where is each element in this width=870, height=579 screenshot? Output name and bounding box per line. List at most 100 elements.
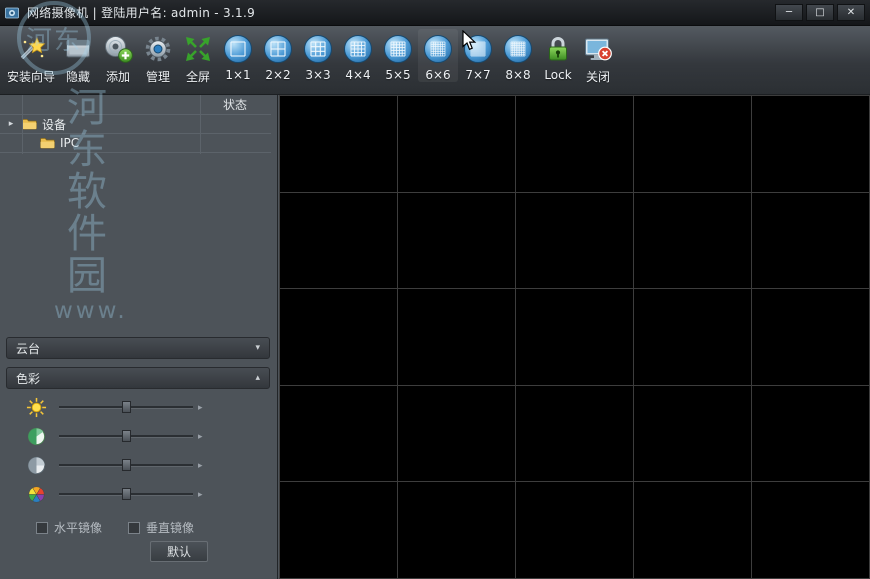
video-cell[interactable] bbox=[634, 289, 751, 385]
toolbar-button-fullscreen[interactable]: 全屏 bbox=[178, 29, 218, 85]
video-cell[interactable] bbox=[398, 386, 515, 482]
toolbar-button-label: 2×2 bbox=[265, 68, 290, 82]
slider-hue-track[interactable] bbox=[59, 493, 193, 496]
checkbox-horizontal-mirror[interactable]: 水平镜像 bbox=[36, 519, 102, 536]
video-cell[interactable] bbox=[398, 289, 515, 385]
checkbox-vertical-mirror[interactable]: 垂直镜像 bbox=[128, 519, 194, 536]
video-cell[interactable] bbox=[398, 96, 515, 192]
grid-7x7-icon bbox=[461, 30, 495, 67]
toolbar-button-label: 1×1 bbox=[225, 68, 250, 82]
slider-step-right-icon[interactable]: ▸ bbox=[198, 461, 203, 471]
toolbar-button-label: Lock bbox=[544, 68, 571, 82]
video-cell[interactable] bbox=[752, 482, 869, 578]
toolbar-button-grid-5[interactable]: 5×5 bbox=[378, 29, 418, 82]
slider-step-right-icon[interactable]: ▸ bbox=[198, 432, 203, 442]
toolbar-button-wizard[interactable]: 安装向导 bbox=[4, 29, 58, 85]
checkbox-label: 水平镜像 bbox=[54, 519, 102, 536]
tree-gutter-line bbox=[22, 95, 23, 154]
slider-hue-handle[interactable] bbox=[122, 488, 131, 500]
video-cell[interactable] bbox=[280, 193, 397, 289]
video-cell[interactable] bbox=[752, 289, 869, 385]
device-tree: 状态 ▸设备IPC bbox=[0, 95, 271, 153]
maximize-button[interactable]: □ bbox=[806, 4, 834, 21]
toolbar-button-label: 安装向导 bbox=[7, 68, 55, 85]
toolbar: 安装向导隐藏添加管理全屏 1×1 2×2 3×34×4 5×5 6×67×7 8×8 Lock… bbox=[0, 26, 870, 95]
slider-step-right-icon[interactable]: ▸ bbox=[198, 490, 203, 500]
video-cell[interactable] bbox=[634, 193, 751, 289]
slider-saturation-handle[interactable] bbox=[122, 459, 131, 471]
chevron-down-icon: ▾ bbox=[255, 343, 260, 353]
slider-step-right-icon[interactable]: ▸ bbox=[198, 403, 203, 413]
slider-contrast-track[interactable] bbox=[59, 435, 193, 438]
video-cell[interactable] bbox=[516, 193, 633, 289]
toolbar-button-label: 管理 bbox=[146, 68, 170, 85]
toolbar-button-close[interactable]: 关闭 bbox=[578, 29, 618, 85]
toolbar-button-grid-8[interactable]: 8×8 bbox=[498, 29, 538, 82]
slider-brightness-handle[interactable] bbox=[122, 401, 131, 413]
grid-8x8-icon bbox=[501, 30, 535, 67]
maximize-icon: □ bbox=[815, 7, 824, 18]
toolbar-button-label: 5×5 bbox=[385, 68, 410, 82]
video-cell[interactable] bbox=[752, 193, 869, 289]
toolbar-button-grid-3[interactable]: 3×3 bbox=[298, 29, 338, 82]
slider-brightness-track[interactable] bbox=[59, 406, 193, 409]
video-cell[interactable] bbox=[280, 482, 397, 578]
tree-item-ipc[interactable]: IPC bbox=[0, 134, 271, 153]
video-cell[interactable] bbox=[516, 482, 633, 578]
folder-icon bbox=[40, 137, 55, 149]
toolbar-button-grid-6[interactable]: 6×6 bbox=[418, 29, 458, 82]
toolbar-button-grid-1[interactable]: 1×1 bbox=[218, 29, 258, 82]
ptz-panel-header[interactable]: 云台 ▾ bbox=[6, 337, 270, 359]
slider-contrast-handle[interactable] bbox=[122, 430, 131, 442]
close-button[interactable]: ✕ bbox=[837, 4, 865, 21]
toolbar-button-label: 添加 bbox=[106, 68, 130, 85]
tree-item-device[interactable]: ▸设备 bbox=[0, 115, 271, 134]
video-grid bbox=[279, 95, 870, 579]
grid-5x5-icon bbox=[381, 30, 415, 67]
video-cell[interactable] bbox=[280, 289, 397, 385]
video-cell[interactable] bbox=[398, 482, 515, 578]
video-cell[interactable] bbox=[634, 386, 751, 482]
minimize-button[interactable]: ─ bbox=[775, 4, 803, 21]
video-cell[interactable] bbox=[280, 386, 397, 482]
app-icon bbox=[5, 5, 21, 21]
ptz-panel-label: 云台 bbox=[16, 340, 40, 357]
color-panel-header[interactable]: 色彩 ▴ bbox=[6, 367, 270, 389]
grid-6x6-icon bbox=[421, 30, 455, 67]
video-cell[interactable] bbox=[634, 96, 751, 192]
grid-2x2-icon bbox=[261, 30, 295, 67]
fullscreen-icon bbox=[181, 30, 215, 67]
toolbar-button-lock[interactable]: Lock bbox=[538, 29, 578, 82]
video-cell[interactable] bbox=[516, 386, 633, 482]
chevron-up-icon: ▴ bbox=[255, 373, 260, 383]
video-cell[interactable] bbox=[516, 96, 633, 192]
slider-saturation-track[interactable] bbox=[59, 464, 193, 467]
toolbar-button-grid-2[interactable]: 2×2 bbox=[258, 29, 298, 82]
video-cell[interactable] bbox=[634, 482, 751, 578]
toolbar-button-grid-4[interactable]: 4×4 bbox=[338, 29, 378, 82]
window-title: 网络摄像机 | 登陆用户名: admin - 3.1.9 bbox=[27, 4, 255, 21]
video-cell[interactable] bbox=[398, 193, 515, 289]
toolbar-button-add[interactable]: 添加 bbox=[98, 29, 138, 85]
toolbar-button-label: 全屏 bbox=[186, 68, 210, 85]
grid-3x3-icon bbox=[301, 30, 335, 67]
window-controls: ─ □ ✕ bbox=[775, 4, 865, 21]
checkbox-box[interactable] bbox=[128, 522, 140, 534]
video-cell[interactable] bbox=[280, 96, 397, 192]
video-cell[interactable] bbox=[752, 386, 869, 482]
toolbar-button-grid-7[interactable]: 7×7 bbox=[458, 29, 498, 82]
sidebar: 状态 ▸设备IPC 云台 ▾ 色彩 ▴ ▸ ▸ ▸ ▸ 水平镜像 垂直镜像 默认 bbox=[0, 95, 278, 579]
video-cell[interactable] bbox=[516, 289, 633, 385]
video-cell[interactable] bbox=[752, 96, 869, 192]
toolbar-button-manage[interactable]: 管理 bbox=[138, 29, 178, 85]
grid-1x1-icon bbox=[221, 30, 255, 67]
slider-row-brightness: ▸ bbox=[0, 393, 277, 422]
checkbox-box[interactable] bbox=[36, 522, 48, 534]
tree-expander-icon[interactable]: ▸ bbox=[0, 119, 22, 129]
toolbar-button-label: 8×8 bbox=[505, 68, 530, 82]
default-button[interactable]: 默认 bbox=[150, 541, 208, 562]
toolbar-button-hide[interactable]: 隐藏 bbox=[58, 29, 98, 85]
hue-icon bbox=[26, 484, 47, 505]
contrast-icon bbox=[26, 426, 47, 447]
titlebar[interactable]: 网络摄像机 | 登陆用户名: admin - 3.1.9 ─ □ ✕ bbox=[0, 0, 870, 26]
